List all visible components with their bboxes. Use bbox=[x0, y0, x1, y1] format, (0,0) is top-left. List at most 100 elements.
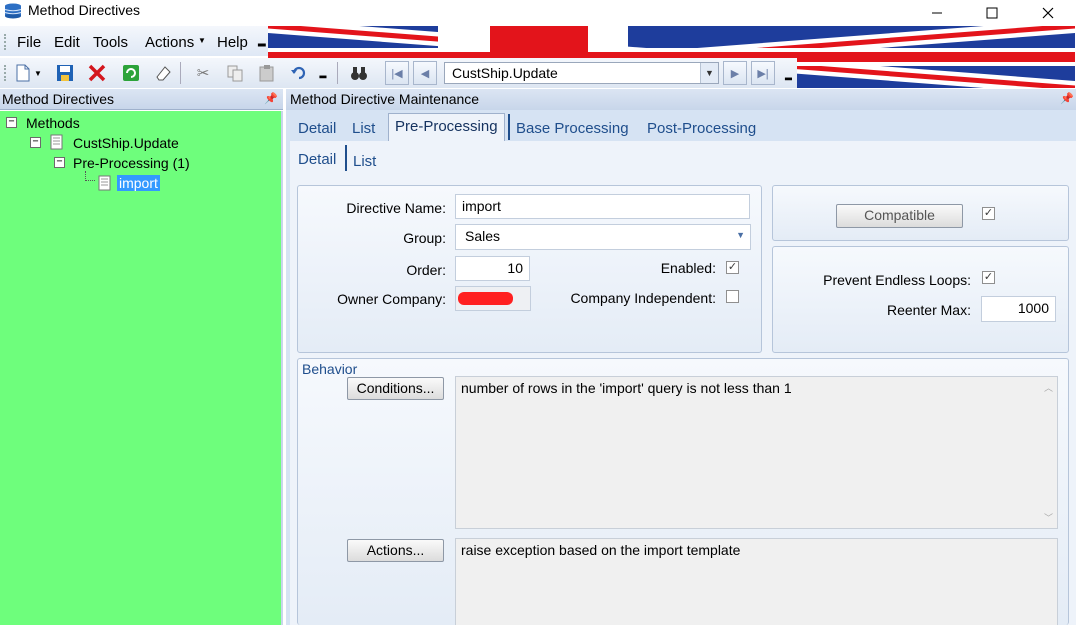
directive-name-label: Directive Name: bbox=[346, 200, 446, 216]
group-select[interactable]: Sales ▼ bbox=[455, 224, 751, 250]
tab-list[interactable]: List bbox=[352, 120, 375, 137]
clear-button[interactable] bbox=[152, 62, 174, 84]
checkmark-icon: ✓ bbox=[727, 261, 738, 273]
subtab-divider bbox=[345, 145, 347, 171]
maximize-icon bbox=[986, 7, 998, 18]
tab-base-processing[interactable]: Base Processing bbox=[516, 120, 629, 137]
chevron-down-icon[interactable]: ▼ bbox=[700, 63, 718, 83]
pin-icon[interactable]: 📌 bbox=[264, 92, 278, 105]
previous-record-button[interactable]: ◀ bbox=[413, 61, 437, 85]
conditions-scrollbar[interactable]: ︿ ﹀ bbox=[1040, 377, 1057, 528]
pin-icon[interactable]: 📌 bbox=[1060, 92, 1074, 105]
delete-button[interactable] bbox=[86, 62, 108, 84]
search-button[interactable] bbox=[348, 62, 370, 84]
company-independent-checkbox[interactable] bbox=[726, 290, 739, 303]
minimize-icon bbox=[932, 12, 942, 13]
tab-detail[interactable]: Detail bbox=[298, 120, 336, 137]
tree-node-methods[interactable]: Methods bbox=[26, 115, 80, 131]
binoculars-icon bbox=[351, 67, 367, 80]
new-dropdown-arrow-icon[interactable]: ▼ bbox=[33, 62, 43, 84]
reenter-max-label: Reenter Max: bbox=[886, 302, 971, 318]
toolbar-grip bbox=[4, 65, 7, 81]
menu-overflow-chevron-icon[interactable]: ▂ bbox=[258, 36, 266, 47]
refresh-icon bbox=[123, 65, 139, 81]
method-combo[interactable]: CustShip.Update ▼ bbox=[444, 62, 719, 84]
subtab-detail[interactable]: Detail bbox=[298, 151, 336, 168]
main-tabstrip: Detail List Pre-Processing Base Processi… bbox=[286, 112, 1076, 142]
order-field[interactable]: 10 bbox=[455, 256, 530, 281]
collapse-icon[interactable]: − bbox=[30, 137, 41, 148]
delete-x-icon bbox=[88, 64, 106, 82]
menu-help[interactable]: Help bbox=[217, 34, 248, 51]
menu-file[interactable]: File bbox=[17, 34, 41, 51]
order-label: Order: bbox=[406, 262, 446, 278]
app-icon bbox=[4, 3, 22, 19]
group-select-value: Sales bbox=[465, 228, 501, 244]
cut-button[interactable]: ✂ bbox=[192, 62, 214, 84]
refresh-button[interactable] bbox=[120, 62, 142, 84]
next-record-icon: ▶ bbox=[730, 67, 740, 80]
redaction-scribble bbox=[458, 292, 513, 305]
paste-icon bbox=[259, 65, 274, 82]
right-panel-header: Method Directive Maintenance 📌 bbox=[286, 89, 1083, 110]
actions-textarea[interactable]: raise exception based on the import temp… bbox=[455, 538, 1058, 625]
scissors-icon: ✂ bbox=[196, 65, 210, 82]
compatible-checkbox[interactable]: ✓ bbox=[982, 207, 995, 220]
paste-button[interactable] bbox=[256, 62, 278, 84]
directive-name-field[interactable]: import bbox=[455, 194, 750, 219]
directive-document-icon bbox=[98, 175, 111, 191]
tree-node-pre-processing[interactable]: Pre-Processing (1) bbox=[73, 155, 190, 171]
tab-pre-processing[interactable]: Pre-Processing bbox=[388, 113, 505, 141]
conditions-textarea[interactable]: number of rows in the 'import' query is … bbox=[455, 376, 1058, 529]
scroll-up-icon[interactable]: ︿ bbox=[1044, 381, 1053, 394]
toolbar-overflow-chevron-icon[interactable]: ▂ bbox=[318, 62, 328, 84]
compatible-button[interactable]: Compatible bbox=[836, 204, 963, 228]
first-record-button[interactable]: |◀ bbox=[385, 61, 409, 85]
tab-divider bbox=[508, 114, 510, 140]
prevent-endless-loops-label: Prevent Endless Loops: bbox=[823, 272, 971, 288]
next-record-button[interactable]: ▶ bbox=[723, 61, 747, 85]
menu-tools[interactable]: Tools bbox=[93, 34, 128, 51]
method-combo-value: CustShip.Update bbox=[452, 65, 558, 81]
subtab-list[interactable]: List bbox=[353, 153, 376, 170]
scroll-down-icon[interactable]: ﹀ bbox=[1044, 511, 1053, 524]
last-record-button[interactable]: ▶| bbox=[751, 61, 775, 85]
maximize-button[interactable] bbox=[969, 0, 1015, 25]
copy-button[interactable] bbox=[224, 62, 246, 84]
actions-text: raise exception based on the import temp… bbox=[461, 542, 741, 558]
eraser-icon bbox=[156, 66, 171, 81]
menu-actions[interactable]: Actions bbox=[145, 34, 194, 51]
toolbar-separator bbox=[180, 62, 181, 84]
menu-edit[interactable]: Edit bbox=[54, 34, 80, 51]
enabled-checkbox[interactable]: ✓ bbox=[726, 261, 739, 274]
last-record-icon: ▶| bbox=[757, 67, 769, 80]
checkmark-icon: ✓ bbox=[983, 207, 994, 219]
close-button[interactable] bbox=[1025, 0, 1071, 25]
reenter-max-field[interactable]: 1000 bbox=[981, 296, 1056, 322]
collapse-icon[interactable]: − bbox=[6, 117, 17, 128]
new-document-icon bbox=[16, 64, 30, 82]
tree-node-directive-selected[interactable]: import bbox=[117, 175, 160, 191]
prevent-endless-loops-checkbox[interactable]: ✓ bbox=[982, 271, 995, 284]
behavior-title: Behavior bbox=[302, 361, 358, 377]
conditions-button[interactable]: Conditions... bbox=[347, 377, 444, 400]
collapse-icon[interactable]: − bbox=[54, 157, 65, 168]
conditions-text: number of rows in the 'import' query is … bbox=[461, 380, 792, 396]
minimize-button[interactable] bbox=[914, 0, 960, 25]
enabled-label: Enabled: bbox=[660, 260, 716, 276]
tab-post-processing[interactable]: Post-Processing bbox=[647, 120, 756, 137]
chevron-down-icon[interactable]: ▼ bbox=[736, 230, 745, 240]
group-label: Group: bbox=[403, 230, 446, 246]
first-record-icon: |◀ bbox=[391, 67, 403, 80]
nav-overflow-chevron-icon[interactable]: ▂ bbox=[785, 70, 792, 81]
title-bar: Method Directives bbox=[0, 0, 1083, 25]
save-icon bbox=[57, 65, 73, 81]
company-independent-label: Company Independent: bbox=[570, 290, 716, 306]
tree-node-method[interactable]: CustShip.Update bbox=[73, 135, 179, 151]
undo-button[interactable] bbox=[288, 62, 310, 84]
new-button[interactable] bbox=[12, 62, 34, 84]
previous-record-icon: ◀ bbox=[420, 67, 430, 80]
left-panel-title: Method Directives bbox=[2, 91, 115, 107]
actions-button[interactable]: Actions... bbox=[347, 539, 444, 562]
save-button[interactable] bbox=[54, 62, 76, 84]
